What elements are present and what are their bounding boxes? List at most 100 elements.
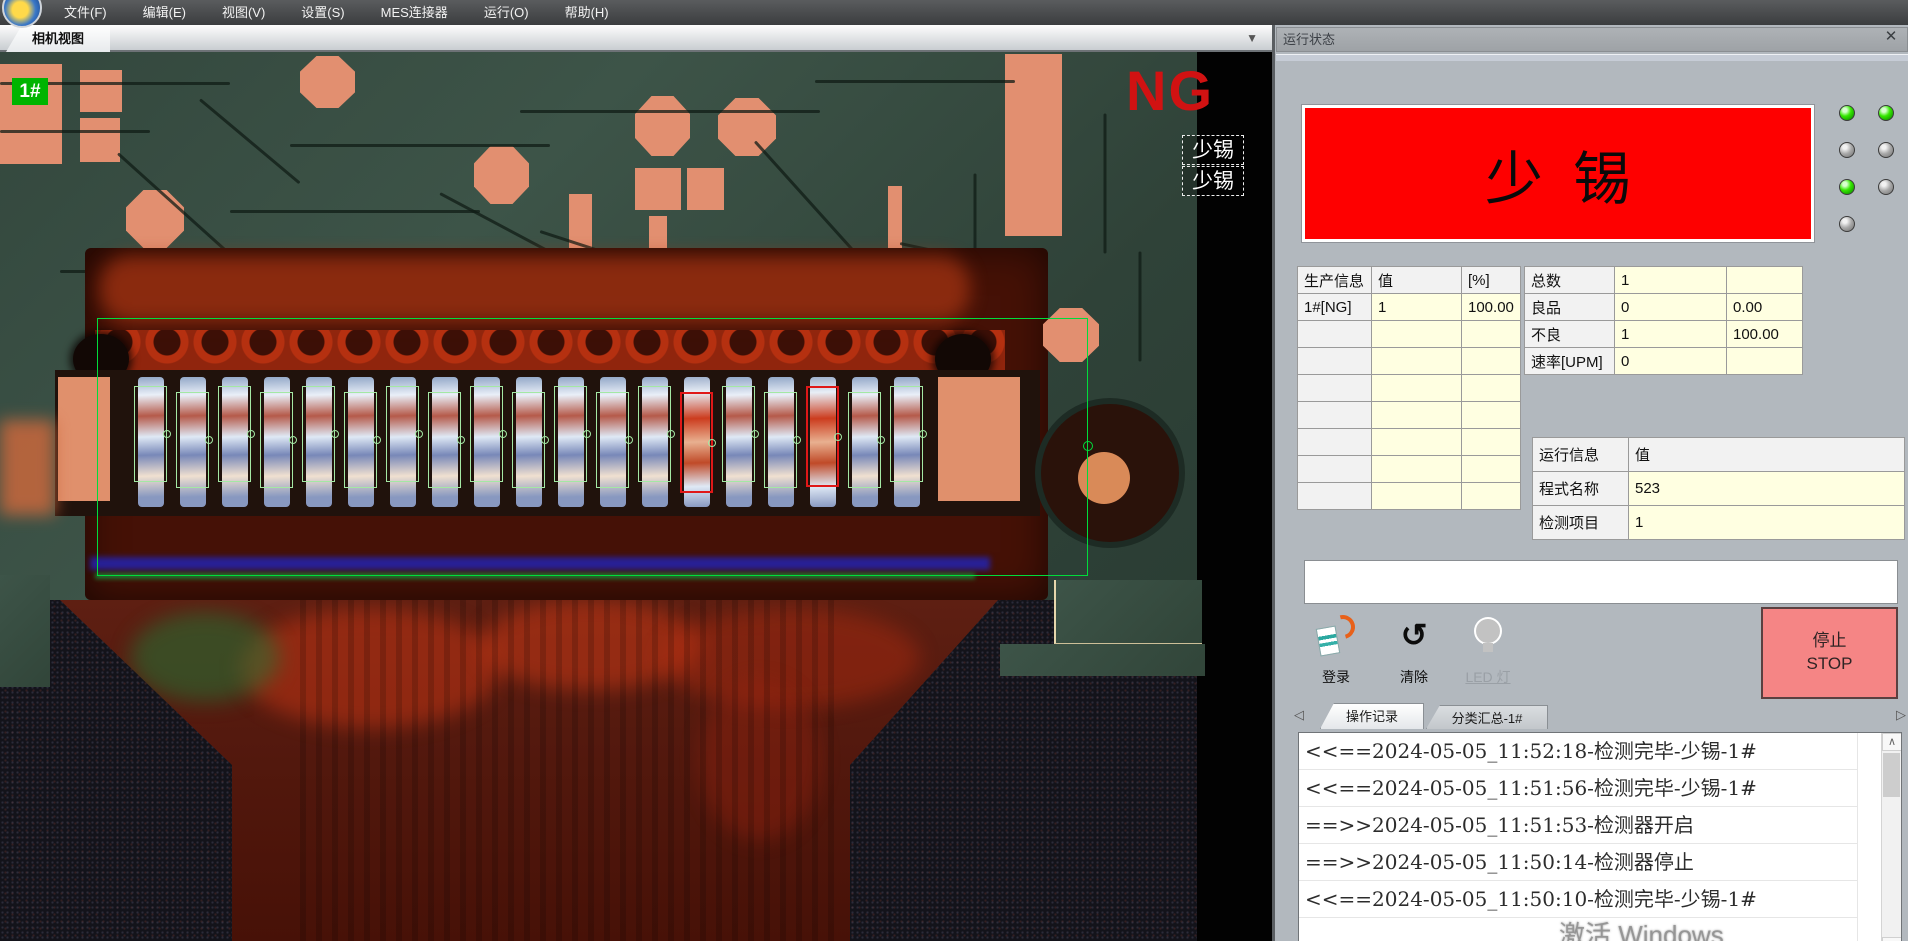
log-entry[interactable]: ==>>2024-05-05_11:51:53-检测器开启 <box>1299 807 1857 844</box>
indicator-lamp-green <box>1878 105 1894 121</box>
roi-anchor-circle <box>1083 441 1093 451</box>
tab-next-icon[interactable]: ▷ <box>1896 707 1906 723</box>
value-cell: 1 <box>1615 267 1727 294</box>
pcb-pad-octagon <box>474 146 529 204</box>
production-table: 生产信息值[%]1#[NG]1100.00 <box>1297 266 1521 510</box>
led-button-label: LED 灯 <box>1460 667 1516 687</box>
vertical-scrollbar[interactable]: ∧ ∨ <box>1881 733 1901 941</box>
value-cell: 1 <box>1372 294 1462 321</box>
scrollbar-thumb[interactable] <box>1883 753 1900 797</box>
table-row <box>1298 429 1521 456</box>
pcb-trace <box>230 210 480 213</box>
menu-item-3[interactable]: 设置(S) <box>283 0 362 25</box>
close-icon[interactable]: ✕ <box>1882 28 1900 46</box>
value-cell <box>1372 321 1462 348</box>
tab-operation-log[interactable]: 操作记录 <box>1320 703 1424 729</box>
indicator-lamp-green <box>1839 105 1855 121</box>
scroll-down-icon[interactable]: ∨ <box>1882 937 1902 941</box>
tab-prev-icon[interactable]: ◁ <box>1294 707 1304 723</box>
value-cell <box>1462 375 1521 402</box>
pcb-edge <box>0 575 50 687</box>
value-cell <box>1462 456 1521 483</box>
run-info-table-grid: 运行信息值程式名称523检测项目1 <box>1532 437 1905 540</box>
indicator-lamp-gray <box>1839 216 1855 232</box>
menu-item-6[interactable]: 帮助(H) <box>547 0 627 25</box>
camera-id-badge: 1# <box>12 78 48 105</box>
table-row: 程式名称523 <box>1533 472 1905 506</box>
pcb-pad <box>649 216 667 250</box>
run-status-panel: 运行状态 ✕ 少锡 生产信息值[%]1#[NG]1100.00 总数1良品00.… <box>1272 25 1908 941</box>
pcb-pad-octagon <box>300 56 355 108</box>
row-label-cell: 程式名称 <box>1533 472 1629 506</box>
stop-button[interactable]: 停止 STOP <box>1761 607 1898 699</box>
bulb-base <box>1483 643 1493 652</box>
run-info-table: 运行信息值程式名称523检测项目1 <box>1532 437 1905 540</box>
indicator-lamp-gray <box>1839 142 1855 158</box>
panel-title: 运行状态 <box>1276 27 1908 52</box>
value-cell: 0 <box>1615 294 1727 321</box>
log-entry[interactable]: <<==2024-05-05_11:50:10-检测完毕-少锡-1# <box>1299 881 1857 918</box>
flex-green-reflection <box>130 612 280 702</box>
log-tab-strip: ◁ 操作记录 分类汇总-1# ▷ <box>1294 701 1906 729</box>
log-column-separator <box>1857 733 1858 941</box>
pcb-trace <box>815 80 1015 83</box>
operation-log-list[interactable]: <<==2024-05-05_11:52:18-检测完毕-少锡-1#<<==20… <box>1298 732 1902 941</box>
value-cell <box>1462 402 1521 429</box>
menu-item-1[interactable]: 编辑(E) <box>125 0 204 25</box>
windows-activation-watermark: 激活 Windows <box>1559 915 1724 941</box>
scroll-up-icon[interactable]: ∧ <box>1882 733 1902 751</box>
camera-view[interactable]: 1# NG 少锡 少锡 <box>0 52 1272 941</box>
log-entry[interactable]: ==>>2024-05-05_11:50:14-检测器停止 <box>1299 844 1857 881</box>
pcb-trace <box>1139 252 1142 362</box>
pcb-pad-octagon <box>635 96 690 156</box>
camera-tab-bar: 相机视图 ▼ <box>0 25 1272 52</box>
table-row <box>1298 375 1521 402</box>
pcb-trace <box>1104 114 1107 254</box>
row-label-cell <box>1298 375 1372 402</box>
defect-label: 少锡 <box>1182 166 1244 196</box>
pcb-trace <box>290 144 550 147</box>
pcb-pad <box>80 118 120 162</box>
table-row <box>1298 456 1521 483</box>
chevron-down-icon[interactable]: ▼ <box>1246 31 1258 45</box>
table-row <box>1298 402 1521 429</box>
pcb-edge <box>1054 580 1202 644</box>
table-row: 不良1100.00 <box>1525 321 1803 348</box>
menu-item-4[interactable]: MES连接器 <box>363 0 466 25</box>
value-cell <box>1372 402 1462 429</box>
pcb-pad <box>687 168 724 210</box>
pcb-pad <box>635 168 681 210</box>
tab-camera-view[interactable]: 相机视图 <box>6 25 110 52</box>
value-cell <box>1727 348 1803 375</box>
log-entry[interactable]: <<==2024-05-05_11:51:56-检测完毕-少锡-1# <box>1299 770 1857 807</box>
value-cell: 100.00 <box>1462 294 1521 321</box>
value-cell: 0 <box>1615 348 1727 375</box>
menu-item-2[interactable]: 视图(V) <box>204 0 283 25</box>
log-entry[interactable]: <<==2024-05-05_11:52:18-检测完毕-少锡-1# <box>1299 733 1857 770</box>
pcb-pad <box>80 70 122 112</box>
tab-summary[interactable]: 分类汇总-1# <box>1426 705 1548 729</box>
refresh-icon: ↺ <box>1393 615 1435 659</box>
row-label-cell: 良品 <box>1525 294 1615 321</box>
menu-item-0[interactable]: 文件(F) <box>46 0 125 25</box>
stop-button-en: STOP <box>1763 653 1896 676</box>
column-header: [%] <box>1462 267 1521 294</box>
led-light-button[interactable]: LED 灯 <box>1460 613 1516 687</box>
value-cell <box>1372 348 1462 375</box>
pcb-trace <box>199 98 301 184</box>
row-label-cell <box>1298 402 1372 429</box>
clear-button[interactable]: ↺ 清除 <box>1386 613 1442 687</box>
column-header: 值 <box>1629 438 1905 472</box>
connector-glow <box>100 256 970 322</box>
row-label-cell: 检测项目 <box>1533 506 1629 540</box>
pcb-pad-octagon <box>718 98 776 156</box>
row-label-cell <box>1298 483 1372 510</box>
clear-button-label: 清除 <box>1386 667 1442 687</box>
statistics-table: 总数1良品00.00不良1100.00速率[UPM]0 <box>1524 266 1803 375</box>
menu-item-5[interactable]: 运行(O) <box>466 0 547 25</box>
statistics-table-grid: 总数1良品00.00不良1100.00速率[UPM]0 <box>1524 266 1803 375</box>
badge-icon <box>1315 615 1357 659</box>
row-label-cell <box>1298 429 1372 456</box>
login-button[interactable]: 登录 <box>1308 613 1364 687</box>
row-label-cell: 1#[NG] <box>1298 294 1372 321</box>
